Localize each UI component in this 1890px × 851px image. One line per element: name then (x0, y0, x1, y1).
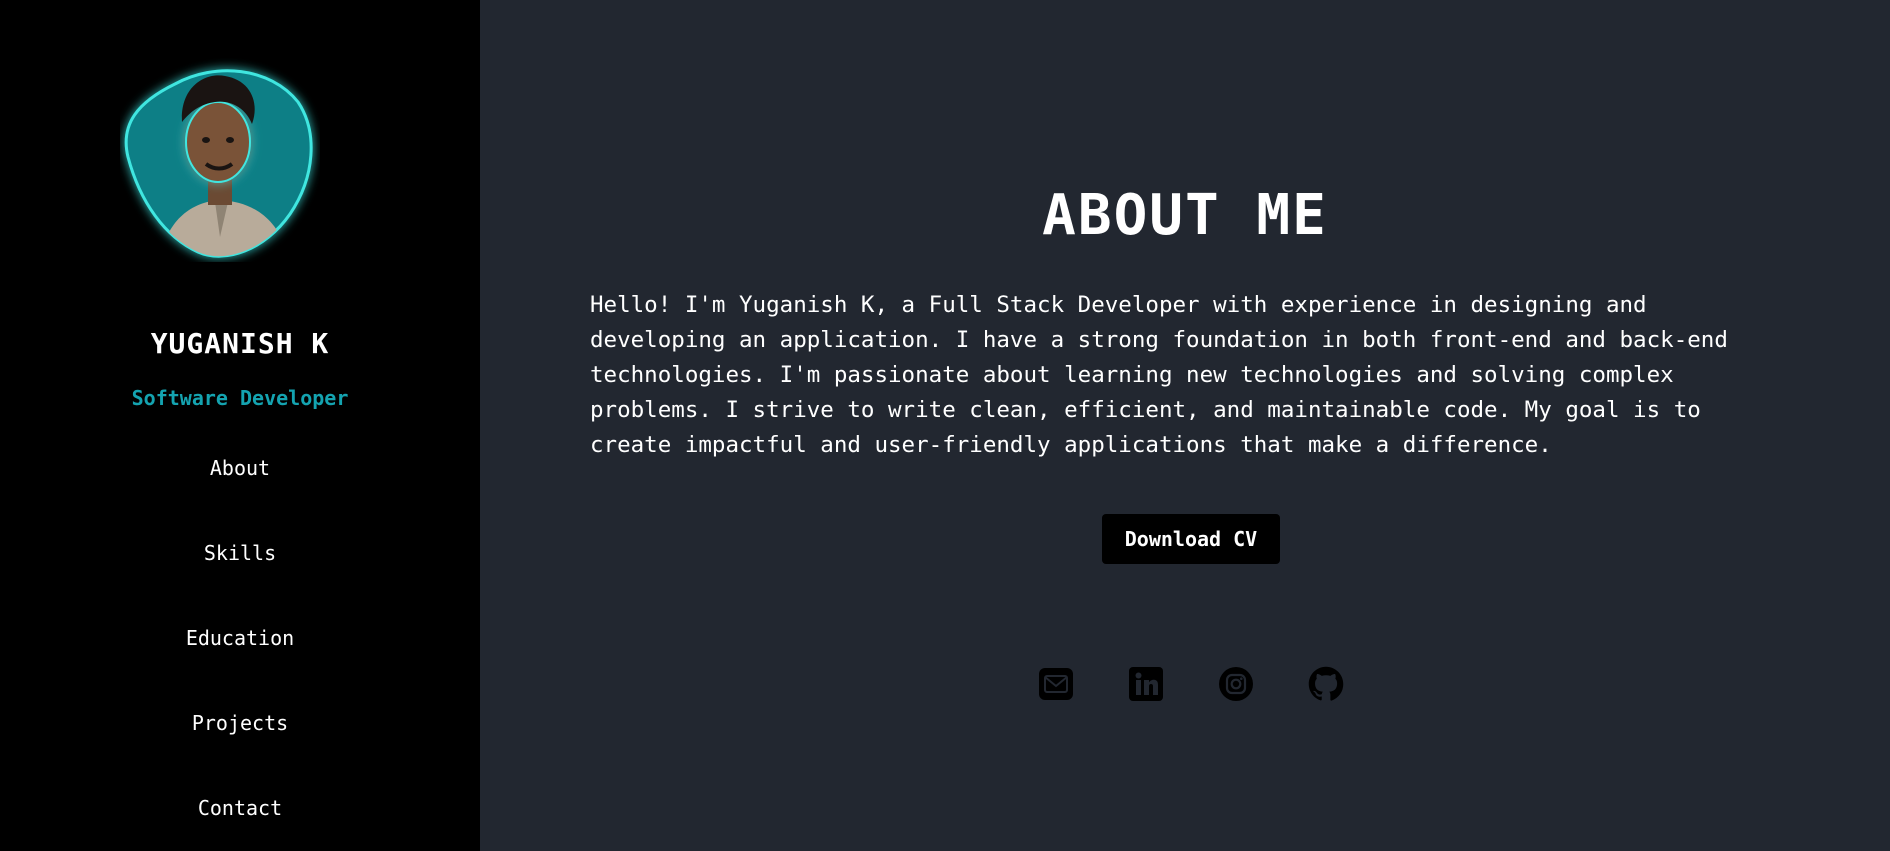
page-title: ABOUT ME (1042, 183, 1328, 248)
nav-item-contact[interactable]: Contact (0, 796, 480, 820)
portfolio-page: YUGANISH K Software Developer About Skil… (0, 0, 1890, 851)
github-icon[interactable] (1308, 664, 1344, 704)
nav-item-skills[interactable]: Skills (0, 541, 480, 565)
profile-name: YUGANISH K (150, 327, 330, 360)
profile-role: Software Developer (131, 386, 349, 410)
about-description: Hello! I'm Yuganish K, a Full Stack Deve… (590, 292, 1728, 458)
social-links (1038, 664, 1344, 704)
nav-item-projects[interactable]: Projects (0, 711, 480, 735)
mail-icon[interactable] (1038, 664, 1074, 704)
instagram-icon[interactable] (1218, 664, 1254, 704)
sidebar: YUGANISH K Software Developer About Skil… (0, 0, 480, 851)
nav-item-education[interactable]: Education (0, 626, 480, 650)
nav-item-about[interactable]: About (0, 456, 480, 480)
avatar (120, 52, 320, 262)
download-cv-button[interactable]: Download CV (1102, 514, 1280, 564)
about-section: ABOUT ME Hello! I'm Yuganish K, a Full S… (480, 0, 1890, 851)
linkedin-icon[interactable] (1128, 664, 1164, 704)
